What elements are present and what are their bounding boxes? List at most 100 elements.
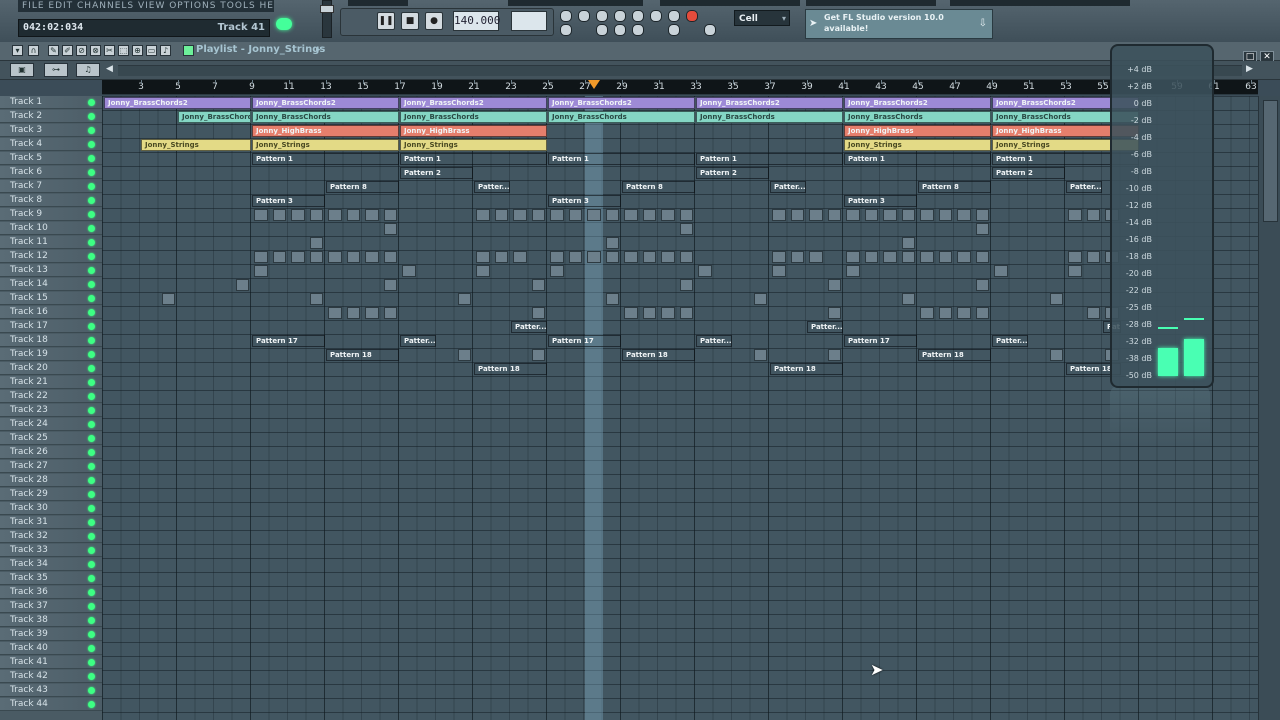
track-mute-led[interactable] [88,365,95,372]
playlist-clip[interactable]: Pattern 18 [326,349,399,361]
playlist-clip[interactable]: Pattern 1 [400,153,547,165]
track-row-header[interactable]: Track 16 [0,306,102,319]
pattern-block[interactable] [883,209,897,221]
track-row-header[interactable]: Track 41 [0,656,102,669]
track-mute-led[interactable] [88,477,95,484]
track-mute-led[interactable] [88,393,95,400]
pattern-block[interactable] [254,265,268,277]
step-sequencer-icon[interactable] [614,24,626,36]
pattern-block[interactable] [309,237,323,249]
pattern-block[interactable] [605,209,619,221]
metronome-icon[interactable] [560,10,572,22]
track-mute-led[interactable] [88,561,95,568]
pattern-block[interactable] [605,251,619,263]
pattern-block[interactable] [661,209,675,221]
pattern-block[interactable] [624,209,638,221]
track-row-header[interactable]: Track 43 [0,684,102,697]
playlist-clip[interactable]: Jonny_HighBrass [252,125,399,137]
record-icon[interactable]: ● [425,12,443,30]
playlist-clip[interactable]: Pattern 2 [400,167,473,179]
pattern-block[interactable] [1049,293,1063,305]
pattern-block[interactable] [642,307,656,319]
pattern-block[interactable] [920,251,934,263]
pattern-block[interactable] [679,279,693,291]
playlist-clip[interactable]: Jonny_BrassChords2 [252,97,399,109]
pattern-block[interactable] [624,251,638,263]
pattern-block[interactable] [772,209,786,221]
pattern-block[interactable] [402,265,416,277]
track-row-header[interactable]: Track 27 [0,460,102,473]
track-row-header[interactable]: Track 40 [0,642,102,655]
pattern-block[interactable] [476,251,490,263]
pattern-block[interactable] [587,251,601,263]
track-row-header[interactable]: Track 25 [0,432,102,445]
pattern-block[interactable] [753,349,767,361]
pattern-block[interactable] [790,251,804,263]
audio-picker-icon[interactable]: ♫ [76,63,100,77]
playlist-clip[interactable]: Pattern 17 [844,335,917,347]
track-row-header[interactable]: Track 30 [0,502,102,515]
master-volume-slider[interactable] [320,0,334,38]
playlist-clip[interactable]: Jonny_BrassChords2 [548,97,695,109]
blend-icon[interactable] [614,10,626,22]
pattern-block[interactable] [846,251,860,263]
playlist-clip[interactable]: Jonny_BrassChords2 [844,97,991,109]
track-row-header[interactable]: Track 28 [0,474,102,487]
playlist-clip[interactable]: Jonny_BrassChords2 [696,97,843,109]
pattern-block[interactable] [772,265,786,277]
pattern-block[interactable] [938,251,952,263]
track-mute-led[interactable] [88,267,95,274]
playlist-clip[interactable]: Jonny_BrassChords [400,111,547,123]
pattern-block[interactable] [679,223,693,235]
pattern-block[interactable] [513,209,527,221]
track-mute-led[interactable] [88,379,95,386]
chevron-right-icon[interactable]: ▸ [316,45,321,55]
scrollbar-thumb[interactable] [1263,100,1278,222]
track-mute-led[interactable] [88,435,95,442]
pattern-block[interactable] [1068,209,1082,221]
pattern-block[interactable] [753,293,767,305]
track-row-header[interactable]: Track 19 [0,348,102,361]
tempo-display[interactable]: 140.000 [453,11,500,31]
pattern-block[interactable] [957,251,971,263]
track-mute-led[interactable] [88,113,95,120]
playlist-clip[interactable]: Jonny_BrassChords [178,111,251,123]
track-row-header[interactable]: Track 7 [0,180,102,193]
window-menu-icon[interactable]: ▾ [12,45,23,56]
playlist-clip[interactable]: Pattern 8 [918,181,991,193]
track-mute-led[interactable] [88,533,95,540]
pattern-block[interactable] [679,307,693,319]
pattern-block[interactable] [938,209,952,221]
playlist-clip[interactable]: Jonny_BrassChords2 [400,97,547,109]
pattern-block[interactable] [235,279,249,291]
playlist-clip[interactable]: Pattern 1 [844,153,991,165]
pattern-block[interactable] [494,209,508,221]
pattern-block[interactable] [975,251,989,263]
pattern-block[interactable] [457,293,471,305]
zoom-tool-icon[interactable]: ⊕ [132,45,143,56]
playlist-clip[interactable]: Jonny_Strings [400,139,547,151]
pattern-block[interactable] [309,293,323,305]
track-row-header[interactable]: Track 44 [0,698,102,711]
track-mute-led[interactable] [88,687,95,694]
pattern-block[interactable] [383,307,397,319]
download-icon[interactable]: ⇩ [979,18,987,29]
pattern-block[interactable] [476,265,490,277]
pattern-block[interactable] [346,251,360,263]
track-row-header[interactable]: Track 21 [0,376,102,389]
pattern-block[interactable] [827,307,841,319]
track-row-header[interactable]: Track 37 [0,600,102,613]
timeline-ruler[interactable]: 3 5 7 9 11 13 15 17 19 21 23 25 27 29 31 33 35 37 39 41 43 45… [102,80,1258,95]
snap-icon[interactable]: ∩ [28,45,39,56]
pattern-block[interactable] [365,209,379,221]
pattern-block[interactable] [346,307,360,319]
playlist-clip[interactable]: Patter... [400,335,436,347]
step-icon[interactable] [632,10,644,22]
track-mute-led[interactable] [88,645,95,652]
pattern-block[interactable] [531,209,545,221]
pattern-block[interactable] [975,279,989,291]
track-mute-led[interactable] [88,309,95,316]
track-row-header[interactable]: Track 23 [0,404,102,417]
browser-icon[interactable] [668,24,680,36]
pattern-block[interactable] [957,209,971,221]
